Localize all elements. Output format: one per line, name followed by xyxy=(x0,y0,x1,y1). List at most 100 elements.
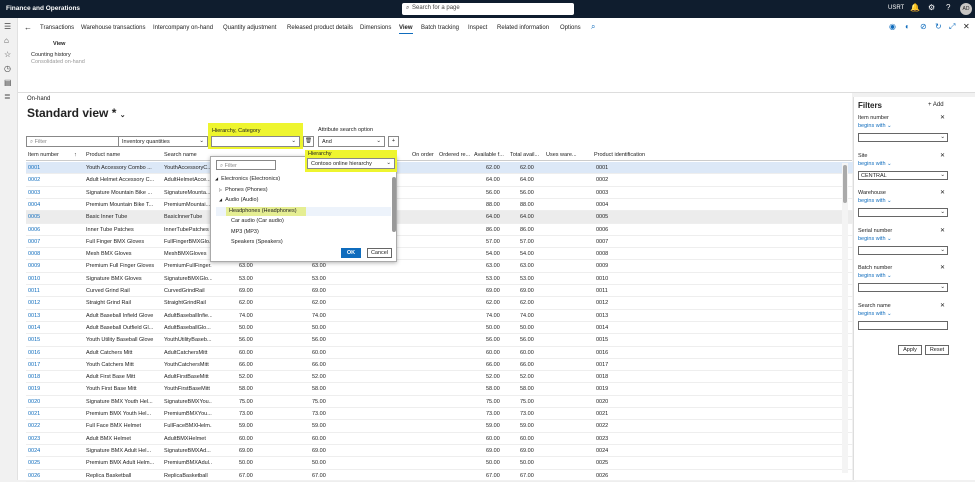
tab-intercompany-on-hand[interactable]: Intercompany on-hand xyxy=(153,25,213,31)
tree-node[interactable]: ▷ Phones (Phones) xyxy=(219,187,268,193)
tab-options[interactable]: Options xyxy=(560,25,581,31)
tree-node[interactable]: Car audio (Car audio) xyxy=(231,218,284,224)
tab-dimensions[interactable]: Dimensions xyxy=(360,25,391,31)
company-picker[interactable]: USRT xyxy=(888,5,904,11)
add-filter-button[interactable]: + Add xyxy=(928,102,944,108)
office-icon[interactable]: ◐ xyxy=(905,22,910,31)
close-icon[interactable]: ✕ xyxy=(940,152,945,159)
item-number-cell[interactable]: 0010 xyxy=(28,276,40,282)
col-ordered-reserved[interactable]: Ordered re... xyxy=(439,152,470,158)
item-number-cell[interactable]: 0019 xyxy=(28,386,40,392)
col-on-order[interactable]: On order xyxy=(412,152,434,158)
grid-filter-input[interactable]: ⌕ Filter xyxy=(26,136,133,147)
col-search-name[interactable]: Search name xyxy=(164,152,197,158)
star-icon[interactable]: ☆ xyxy=(4,50,11,59)
filter-operator[interactable]: begins with ⌄ xyxy=(858,123,892,129)
tab-transactions[interactable]: Transactions xyxy=(40,25,74,31)
filter-value-input[interactable]: ⌄ xyxy=(858,133,948,142)
tree-scrollbar[interactable] xyxy=(392,177,396,232)
tab-batch-tracking[interactable]: Batch tracking xyxy=(421,25,459,31)
item-number-cell[interactable]: 0002 xyxy=(28,177,40,183)
tree-node[interactable]: Headphones (Headphones) xyxy=(229,208,297,214)
tree-filter-input[interactable]: ⌕ Filter xyxy=(216,160,276,170)
quantities-select[interactable]: Inventory quantities ⌄ xyxy=(118,136,208,147)
collapse-icon[interactable]: ◢ xyxy=(215,176,218,181)
item-number-cell[interactable]: 0024 xyxy=(28,448,40,454)
global-search[interactable]: ⌕ Search for a page xyxy=(402,3,574,15)
workspace-icon[interactable]: ▤ xyxy=(4,78,12,87)
gear-icon[interactable]: ⚙ xyxy=(928,3,935,12)
clock-icon[interactable]: ◷ xyxy=(4,64,11,73)
filter-operator[interactable]: begins with ⌄ xyxy=(858,311,892,317)
filter-value-input[interactable]: ⌄ xyxy=(858,245,948,255)
col-total-available[interactable]: Total avail... xyxy=(510,152,539,158)
table-row[interactable]: 0026 Replica Basketball ReplicaBasketball 6… xyxy=(26,470,856,482)
item-number-cell[interactable]: 0008 xyxy=(28,251,40,257)
hierarchy-category-select[interactable]: ⌄ xyxy=(211,136,300,147)
popout-icon[interactable]: ⤢ xyxy=(949,22,955,32)
table-row[interactable]: 0006 Inner Tube Patches InnerTubePatches 86… xyxy=(26,224,856,236)
item-number-cell[interactable]: 0026 xyxy=(28,473,40,479)
item-number-cell[interactable]: 0015 xyxy=(28,337,40,343)
table-row[interactable]: 0020 Signature BMX Youth Hel... SignatureB… xyxy=(26,396,856,409)
table-row[interactable]: 0005 Basic Inner Tube BasicInnerTube 64.00 6… xyxy=(26,211,856,224)
attribute-search-select[interactable]: And ⌄ xyxy=(318,136,385,147)
hamburger-icon[interactable]: ☰ xyxy=(4,22,11,31)
item-number-cell[interactable]: 0003 xyxy=(28,190,40,196)
item-number-cell[interactable]: 0014 xyxy=(28,325,40,331)
table-row[interactable]: 0013 Adult Baseball Infield Glove AdultBas… xyxy=(26,310,856,322)
table-row[interactable]: 0001 Youth Accessory Combo ... YouthAccess… xyxy=(26,162,856,175)
table-row[interactable]: 0002 Adult Helmet Accessory C... AdultHelm… xyxy=(26,174,856,187)
tree-node[interactable]: MP3 (MP3) xyxy=(231,229,259,235)
table-row[interactable]: 0016 Adult Catchers Mitt AdultCatchersMitt… xyxy=(26,347,856,359)
table-row[interactable]: 0018 Adult First Base Mitt AdultFirstBaseM… xyxy=(26,371,856,384)
close-icon[interactable]: ✕ xyxy=(940,264,945,271)
view-selector[interactable]: Standard view * ⌄ xyxy=(27,106,126,120)
table-row[interactable]: 0008 Mesh BMX Gloves MeshBMXGloves 54.00 54.… xyxy=(26,248,856,261)
table-row[interactable]: 0004 Premium Mountain Bike T... PremiumMou… xyxy=(26,199,856,212)
table-row[interactable]: 0022 Full Face BMX Helmet FullFaceBMXHelm.… xyxy=(26,420,856,433)
delete-icon[interactable]: 🗑 xyxy=(303,136,314,147)
item-number-cell[interactable]: 0005 xyxy=(28,214,40,220)
tree-node[interactable]: ◢ Audio (Audio) xyxy=(219,197,258,203)
close-icon[interactable]: ✕ xyxy=(940,189,945,196)
scrollbar-thumb[interactable] xyxy=(843,165,847,203)
col-available-for-reservation[interactable]: Available f... xyxy=(474,152,504,158)
counting-history-button[interactable]: Counting history xyxy=(31,52,71,58)
item-number-cell[interactable]: 0011 xyxy=(28,288,40,294)
col-uses-warehouse[interactable]: Uses ware... xyxy=(546,152,577,158)
bell-icon[interactable]: 🔔 xyxy=(910,3,920,12)
tab-related-information[interactable]: Related information xyxy=(497,25,549,31)
apply-button[interactable]: Apply xyxy=(898,345,922,355)
refresh-icon[interactable]: ↻ xyxy=(935,22,942,31)
table-row[interactable]: 0015 Youth Utility Baseball Glove YouthUti… xyxy=(26,334,856,347)
pin-icon[interactable]: ◉ xyxy=(889,22,896,31)
item-number-cell[interactable]: 0009 xyxy=(28,263,40,269)
filter-value-input[interactable] xyxy=(858,320,948,330)
tab-inspect[interactable]: Inspect xyxy=(468,25,487,31)
consolidated-on-hand-button[interactable]: Consolidated on-hand xyxy=(31,59,85,65)
item-number-cell[interactable]: 0018 xyxy=(28,374,40,380)
item-number-cell[interactable]: 0021 xyxy=(28,411,40,417)
item-number-cell[interactable]: 0007 xyxy=(28,239,40,245)
collapse-icon[interactable]: ◢ xyxy=(219,197,222,202)
item-number-cell[interactable]: 0004 xyxy=(28,202,40,208)
tab-warehouse-transactions[interactable]: Warehouse transactions xyxy=(81,25,145,31)
attachment-icon[interactable]: ⊘ xyxy=(920,22,927,31)
filter-operator[interactable]: begins with ⌄ xyxy=(858,236,892,242)
item-number-cell[interactable]: 0016 xyxy=(28,350,40,356)
item-number-cell[interactable]: 0023 xyxy=(28,436,40,442)
table-row[interactable]: 0009 Premium Full Finger Gloves PremiumFul… xyxy=(26,260,856,273)
list-icon[interactable]: ≣ xyxy=(4,92,11,101)
close-icon[interactable]: ✕ xyxy=(963,22,970,31)
item-number-cell[interactable]: 0013 xyxy=(28,313,40,319)
table-row[interactable]: 0007 Full Finger BMX Gloves FullFingerBMXG… xyxy=(26,236,856,249)
table-row[interactable]: 0012 Straight Grind Rail StraightGrindRail… xyxy=(26,297,856,310)
back-arrow-icon[interactable]: ← xyxy=(24,23,32,32)
table-row[interactable]: 0023 Adult BMX Helmet AdultBMXHelmet 60.00 6… xyxy=(26,433,856,445)
table-row[interactable]: 0003 Signature Mountain Bike ... Signature… xyxy=(26,187,856,199)
item-number-cell[interactable]: 0001 xyxy=(28,165,40,171)
tab-view[interactable]: View xyxy=(399,25,413,34)
close-icon[interactable]: ✕ xyxy=(940,114,945,121)
cancel-button[interactable]: Cancel xyxy=(367,248,392,258)
